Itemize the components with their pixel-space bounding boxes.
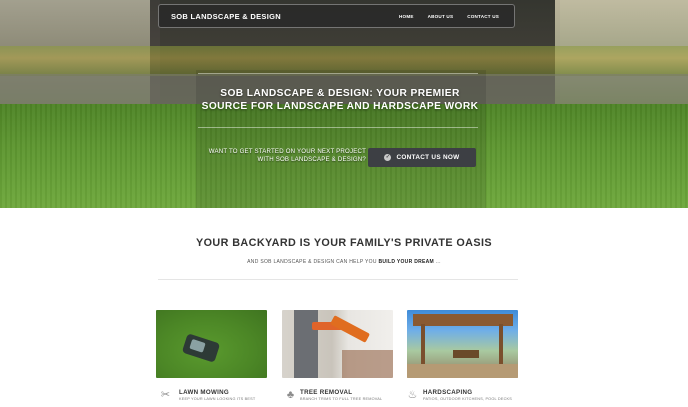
pergola-roof-shape: [413, 314, 513, 326]
hero-cta-text-line-2: WITH SOB LANDSCAPE & DESIGN?: [257, 156, 366, 163]
lawn-mowing-image[interactable]: [156, 310, 267, 378]
top-navbar: SOB LANDSCAPE & DESIGN HOME ABOUT US CON…: [158, 4, 515, 28]
hero-banner: SOB LANDSCAPE & DESIGN HOME ABOUT US CON…: [0, 0, 688, 208]
service-desc-tree-removal: BRANCH TRIMS TO FULL TREE REMOVAL: [300, 397, 383, 401]
contact-us-now-button[interactable]: ✓ CONTACT US NOW: [368, 148, 476, 167]
section-divider: [158, 279, 518, 280]
hero-title-line-1: SOB LANDSCAPE & DESIGN: YOUR PREMIER: [220, 88, 460, 99]
tree-icon: ♣: [286, 389, 295, 401]
patio-floor-shape: [407, 364, 518, 378]
hero-title: SOB LANDSCAPE & DESIGN: YOUR PREMIER SOU…: [190, 87, 490, 113]
patio-table-shape: [453, 350, 479, 358]
section-subtitle-bold: BUILD YOUR DREAM: [378, 259, 435, 265]
tools-icon: ✂: [160, 389, 171, 401]
lawn-mower-shape: [181, 333, 221, 363]
nav-link-about-us[interactable]: ABOUT US: [421, 14, 461, 19]
hardscaping-image[interactable]: [407, 310, 518, 378]
service-desc-lawn-mowing: KEEP YOUR LAWN LOOKING ITS BEST: [179, 397, 256, 401]
section-subtitle-prefix: AND SOB LANDSCAPE & DESIGN CAN HELP YOU: [247, 259, 377, 265]
nav-link-contact-us[interactable]: CONTACT US: [460, 14, 506, 19]
hero-divider-top: [198, 73, 478, 74]
contact-us-now-label: CONTACT US NOW: [396, 154, 460, 161]
hero-cta-text-line-1: WANT TO GET STARTED ON YOUR NEXT PROJECT: [208, 148, 366, 155]
hero-cta-text: WANT TO GET STARTED ON YOUR NEXT PROJECT…: [196, 148, 366, 164]
service-desc-hardscaping: PATIOS, OUTDOOR KITCHENS, POOL DECKS: [423, 397, 512, 401]
site-brand[interactable]: SOB LANDSCAPE & DESIGN: [171, 12, 281, 21]
worker-shape: [294, 310, 318, 378]
hero-title-line-2: SOURCE FOR LANDSCAPE AND HARDSCAPE WORK: [201, 101, 479, 112]
service-title-tree-removal[interactable]: TREE REMOVAL: [300, 389, 352, 396]
section-subtitle: AND SOB LANDSCAPE & DESIGN CAN HELP YOU …: [120, 259, 568, 265]
section-subtitle-suffix: ...: [435, 259, 441, 265]
nav-links: HOME ABOUT US CONTACT US: [392, 14, 506, 19]
hero-divider-bottom: [198, 127, 478, 128]
service-title-hardscaping[interactable]: HARDSCAPING: [423, 389, 472, 396]
branch-debris-shape: [342, 350, 393, 378]
flame-icon: ♨: [407, 389, 418, 401]
section-title: YOUR BACKYARD IS YOUR FAMILY'S PRIVATE O…: [196, 237, 492, 249]
nav-link-home[interactable]: HOME: [392, 14, 421, 19]
service-title-lawn-mowing[interactable]: LAWN MOWING: [179, 389, 229, 396]
check-circle-icon: ✓: [384, 154, 392, 161]
tree-removal-image[interactable]: [282, 310, 393, 378]
